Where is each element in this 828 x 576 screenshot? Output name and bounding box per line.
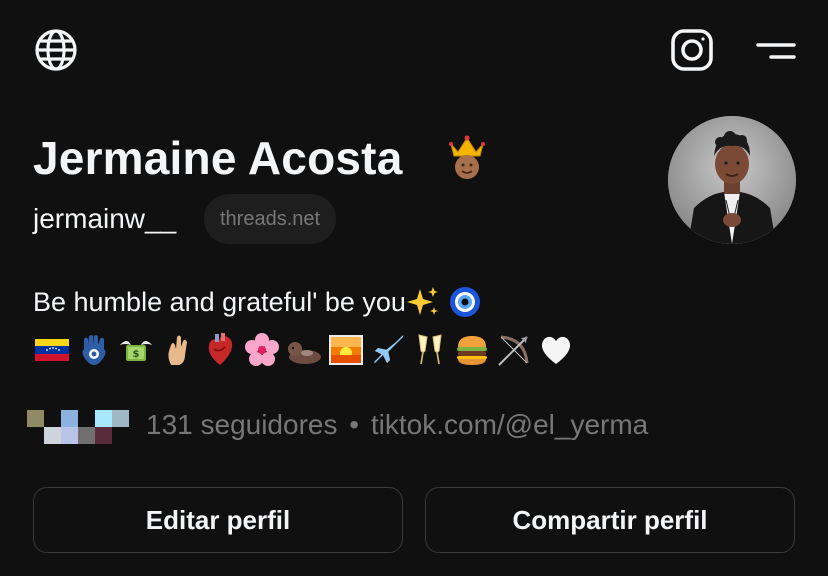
anatomical-heart-emoji-icon (208, 333, 233, 365)
sunrise-emoji-icon (329, 335, 363, 365)
champagne-glasses-emoji-icon (418, 334, 442, 365)
domain-badge[interactable]: threads.net (204, 194, 337, 244)
edit-profile-button[interactable]: Editar perfil (33, 487, 403, 553)
bow-and-arrow-emoji-icon (498, 335, 529, 366)
followers-count[interactable]: 131 seguidores (146, 409, 337, 440)
instagram-icon[interactable] (664, 22, 720, 78)
sparkles-emoji-icon (406, 284, 440, 324)
nazar-amulet-emoji-icon (448, 284, 482, 324)
cherry-blossom-emoji-icon (245, 333, 279, 366)
bio-text: Be humble and grateful' be you (33, 287, 406, 317)
separator-dot: • (349, 409, 360, 440)
money-with-wings-emoji-icon: $ (120, 341, 152, 361)
globe-icon[interactable] (28, 22, 84, 78)
white-heart-emoji-icon (541, 336, 571, 364)
follower-avatars[interactable] (27, 410, 131, 444)
profile-link[interactable]: tiktok.com/@el_yerma (371, 409, 648, 440)
hamburger-emoji-icon (457, 336, 487, 365)
bio-emoji-row: $ (33, 330, 575, 370)
crown-emoji-icon (446, 130, 488, 180)
share-profile-button[interactable]: Compartir perfil (425, 487, 795, 553)
hamsa-emoji-icon (82, 335, 106, 365)
menu-icon[interactable] (748, 26, 804, 74)
profile-username: jermainw__ (33, 203, 177, 234)
airplane-emoji-icon (374, 335, 404, 363)
venezuela-flag-emoji-icon (35, 339, 69, 361)
profile-name: Jermaine Acosta (33, 132, 403, 184)
otter-emoji-icon (288, 342, 321, 364)
crossed-fingers-emoji-icon (168, 335, 187, 365)
avatar[interactable] (668, 116, 796, 244)
svg-text:$: $ (133, 349, 140, 360)
